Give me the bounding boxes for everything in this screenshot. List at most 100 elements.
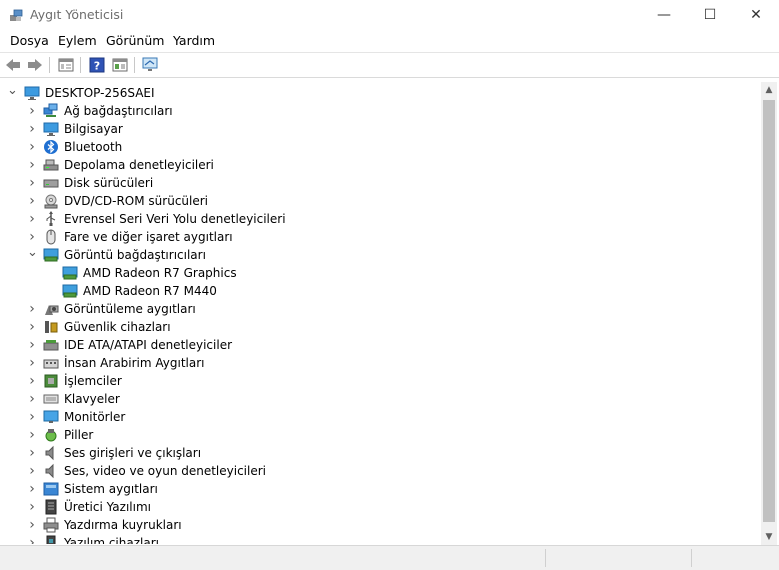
tree-item-fare-ve-diger-isaret-aygitlari[interactable]: › Fare ve diğer işaret aygıtları <box>0 228 761 246</box>
speaker-icon <box>45 445 54 461</box>
scroll-down-button[interactable]: ▼ <box>761 529 777 545</box>
tree-item-goruntu-bagdastiricilari[interactable]: ⌄ Görüntü bağdaştırıcıları <box>0 246 761 264</box>
tree-item-label: Görüntüleme aygıtları <box>64 302 196 316</box>
chevron-right-icon[interactable]: › <box>27 374 37 388</box>
chevron-down-icon[interactable]: ⌄ <box>7 84 18 98</box>
tree-item-evrensel-seri-veri-yolu-denetleyicileri[interactable]: › Evrensel Seri Veri Yolu denetleyicileri <box>0 210 761 228</box>
forward-button[interactable] <box>26 56 44 74</box>
tree-item-monitorler[interactable]: › Monitörler <box>0 408 761 426</box>
processor-icon <box>44 374 58 388</box>
close-icon: ✕ <box>750 7 762 23</box>
status-separator <box>691 549 692 567</box>
chevron-right-icon[interactable]: › <box>27 428 37 442</box>
tree-item-uretici-yazilimi[interactable]: › Üretici Yazılımı <box>0 498 761 516</box>
tree-item-bluetooth[interactable]: › Bluetooth <box>0 138 761 156</box>
tree-item-klavyeler[interactable]: › Klavyeler <box>0 390 761 408</box>
chevron-right-icon[interactable]: › <box>27 392 37 406</box>
properties-button[interactable] <box>57 56 75 74</box>
device-tree[interactable]: ⌄ DESKTOP-256SAEI › Ağ bağdaştırıcıları › Bil… <box>0 82 761 544</box>
tree-item-islemciler[interactable]: › İşlemciler <box>0 372 761 390</box>
toolbar-separator <box>134 57 135 73</box>
vertical-scrollbar[interactable]: ▲ ▼ <box>761 82 777 545</box>
tree-item-yazilim-cihazlari[interactable]: › Yazılım cihazları <box>0 534 761 544</box>
scan-monitor-icon <box>142 57 158 71</box>
tree-item-label: Yazılım cihazları <box>64 536 159 544</box>
chevron-right-icon[interactable]: › <box>27 176 37 190</box>
maximize-button[interactable]: ☐ <box>687 0 733 30</box>
close-button[interactable]: ✕ <box>733 0 779 30</box>
minimize-icon: — <box>657 7 671 23</box>
chevron-right-icon[interactable]: › <box>27 320 37 334</box>
tree-item-bilgisayar[interactable]: › Bilgisayar <box>0 120 761 138</box>
chevron-right-icon[interactable]: › <box>27 230 37 244</box>
tree-item-dvd-cd-rom-suruculeri[interactable]: › DVD/CD-ROM sürücüleri <box>0 192 761 210</box>
tree-item-label: Disk sürücüleri <box>64 176 154 190</box>
menu-gorunum[interactable]: Görünüm <box>106 33 164 48</box>
chevron-right-icon[interactable]: › <box>27 302 37 316</box>
chevron-right-icon[interactable]: › <box>27 140 37 154</box>
imaging-device-icon <box>45 305 59 315</box>
disk-drive-icon <box>43 179 59 188</box>
tree-item-disk-suruculeri[interactable]: › Disk sürücüleri <box>0 174 761 192</box>
tree-item-label: Ağ bağdaştırıcıları <box>64 104 173 118</box>
tree-item-label: Monitörler <box>64 410 126 424</box>
chevron-right-icon[interactable]: › <box>27 464 37 478</box>
network-adapter-icon <box>43 103 58 117</box>
tree-item-guvenlik-cihazlari[interactable]: › Güvenlik cihazları <box>0 318 761 336</box>
scan-hardware-button[interactable] <box>142 56 160 74</box>
tree-child-amd-radeon-r7-m440[interactable]: AMD Radeon R7 M440 <box>0 282 761 300</box>
tree-item-sistem-aygitlari[interactable]: › Sistem aygıtları <box>0 480 761 498</box>
chevron-right-icon[interactable]: › <box>27 446 37 460</box>
display-adapter-icon <box>62 284 78 298</box>
maximize-icon: ☐ <box>703 7 717 23</box>
tree-item-insan-arabirim-aygitlari[interactable]: › İnsan Arabirim Aygıtları <box>0 354 761 372</box>
chevron-right-icon[interactable]: › <box>27 194 37 208</box>
chevron-right-icon[interactable]: › <box>27 536 37 544</box>
forward-arrow-icon <box>28 59 42 71</box>
tree-item-ses-video-ve-oyun-denetleyicileri[interactable]: › Ses, video ve oyun denetleyicileri <box>0 462 761 480</box>
chevron-right-icon[interactable]: › <box>27 212 37 226</box>
chevron-right-icon[interactable]: › <box>27 500 37 514</box>
tree-item-ag-bagdastiricilari[interactable]: › Ağ bağdaştırıcıları <box>0 102 761 120</box>
chevron-right-icon[interactable]: › <box>27 104 37 118</box>
chevron-right-icon[interactable]: › <box>27 410 37 424</box>
tree-item-depolama-denetleyicileri[interactable]: › Depolama denetleyicileri <box>0 156 761 174</box>
chevron-right-icon[interactable]: › <box>27 158 37 172</box>
chevron-down-icon[interactable]: ⌄ <box>27 246 38 260</box>
menu-yardim[interactable]: Yardım <box>173 33 215 48</box>
window-title: Aygıt Yöneticisi <box>30 7 124 22</box>
scroll-up-button[interactable]: ▲ <box>761 82 777 98</box>
status-separator <box>545 549 546 567</box>
tree-item-label: AMD Radeon R7 Graphics <box>83 266 237 280</box>
chevron-right-icon[interactable]: › <box>27 482 37 496</box>
chevron-right-icon[interactable]: › <box>27 122 37 136</box>
tree-item-label: Fare ve diğer işaret aygıtları <box>64 230 233 244</box>
back-button[interactable] <box>4 56 22 74</box>
chevron-right-icon[interactable]: › <box>27 338 37 352</box>
tree-item-yazdirma-kuyruklari[interactable]: › Yazdırma kuyrukları <box>0 516 761 534</box>
tree-item-goruntuleme-aygitlari[interactable]: › Görüntüleme aygıtları <box>0 300 761 318</box>
tree-item-label: Klavyeler <box>64 392 120 406</box>
speaker-icon <box>45 463 54 479</box>
view-button[interactable] <box>111 56 129 74</box>
help-button[interactable]: ? <box>88 56 106 74</box>
properties-icon <box>58 58 74 72</box>
tree-item-piller[interactable]: › Piller <box>0 426 761 444</box>
tree-child-amd-radeon-r7-graphics[interactable]: AMD Radeon R7 Graphics <box>0 264 761 282</box>
tree-item-label: Yazdırma kuyrukları <box>64 518 182 532</box>
hid-icon <box>43 359 59 369</box>
tree-item-ide-ata-atapi-denetleyiciler[interactable]: › IDE ATA/ATAPI denetleyiciler <box>0 336 761 354</box>
menu-dosya[interactable]: Dosya <box>10 33 49 48</box>
chevron-right-icon[interactable]: › <box>27 356 37 370</box>
tree-item-ses-girisleri-ve-cikislari[interactable]: › Ses girişleri ve çıkışları <box>0 444 761 462</box>
toolbar-separator <box>80 57 81 73</box>
keyboard-icon <box>43 394 59 404</box>
scroll-thumb[interactable] <box>763 100 775 522</box>
tree-item-label: Bilgisayar <box>64 122 123 136</box>
minimize-button[interactable]: — <box>641 0 687 30</box>
system-device-icon <box>43 482 59 496</box>
tree-root-computer[interactable]: ⌄ DESKTOP-256SAEI <box>0 84 761 102</box>
display-adapter-icon <box>43 248 59 262</box>
chevron-right-icon[interactable]: › <box>27 518 37 532</box>
menu-eylem[interactable]: Eylem <box>58 33 97 48</box>
